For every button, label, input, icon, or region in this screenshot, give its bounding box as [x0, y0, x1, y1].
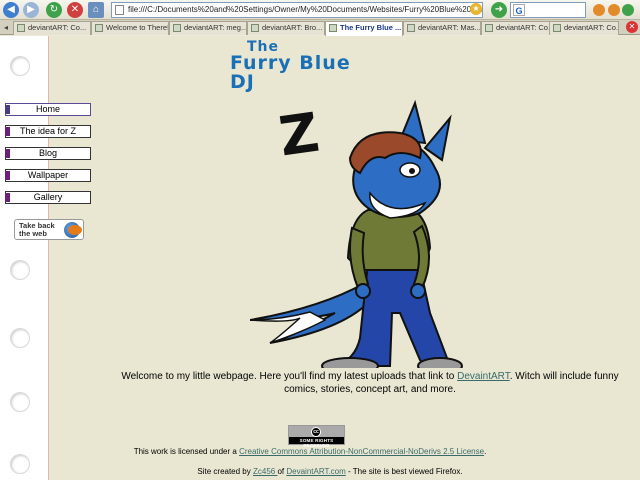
tab-favicon	[329, 24, 337, 32]
firefox-badge-line2: the web	[19, 229, 47, 238]
reload-icon[interactable]: ↻	[46, 2, 62, 18]
browser-toolbar: ◀ ▶ ↻ ✕ ⌂ file:///C:/Documents%20and%20S…	[0, 0, 640, 20]
menu-item-label: Blog	[38, 148, 57, 158]
menu-item-label: Gallery	[33, 192, 63, 202]
author-link[interactable]: Zc456	[253, 467, 277, 476]
binder-ring-icon	[10, 328, 30, 348]
web-page: The Furry Blue DJ Home The idea for Z Bl…	[0, 36, 640, 480]
tab-label: The Furry Blue ...	[340, 23, 402, 32]
license-text: This work is licensed under a Creative C…	[100, 447, 520, 456]
license-suffix: .	[484, 447, 487, 456]
menu-item-label: Wallpaper	[27, 170, 69, 180]
creative-commons-badge[interactable]: cc SOME RIGHTS RESERVED	[288, 425, 345, 448]
cc-icon: cc	[311, 427, 321, 437]
tab-label: deviantART: meg...	[184, 23, 247, 32]
tab-2[interactable]: deviantART: meg...	[169, 21, 247, 35]
tab-5[interactable]: deviantART: Mas...	[403, 21, 481, 35]
firefox-badge[interactable]: Take back the web	[14, 219, 84, 240]
tab-favicon	[17, 24, 25, 32]
menu-item-idea-for-z[interactable]: The idea for Z	[5, 125, 91, 138]
ear-right-shape	[423, 114, 452, 162]
tab-strip: ◂ deviantART: Co... Welcome to There! de…	[0, 20, 640, 36]
credit-prefix: Site created by	[197, 467, 253, 476]
furry-blue-dj-illustration: Z	[250, 99, 463, 368]
tab-label: deviantART: Co...	[564, 23, 619, 32]
url-text: file:///C:/Documents%20and%20Settings/Ow…	[128, 5, 483, 14]
credit-suffix: - The site is best viewed Firefox.	[345, 467, 463, 476]
tool-icon-1[interactable]	[593, 4, 605, 16]
firefox-icon	[68, 225, 82, 235]
site-credit: Site created by Zc456 of DevaintART.com …	[100, 467, 560, 476]
pupil-shape	[409, 168, 415, 174]
welcome-text: Welcome to my little webpage. Here you'l…	[110, 370, 630, 396]
shoe-right-shape	[417, 357, 463, 368]
forward-icon[interactable]: ▶	[23, 2, 39, 18]
tab-0[interactable]: deviantART: Co...	[13, 21, 91, 35]
binder-ring-icon	[10, 56, 30, 76]
site-title: The Furry Blue DJ	[230, 40, 380, 92]
url-bar[interactable]: file:///C:/Documents%20and%20Settings/Ow…	[111, 2, 483, 18]
go-icon[interactable]: ➜	[491, 2, 507, 18]
menu-bullet-icon	[5, 105, 10, 114]
menu-item-wallpaper[interactable]: Wallpaper	[5, 169, 91, 182]
stop-icon[interactable]: ✕	[67, 2, 83, 18]
tab-label: Welcome to There!	[106, 23, 169, 32]
menu-item-gallery[interactable]: Gallery	[5, 191, 91, 204]
welcome-text-before: Welcome to my little webpage. Here you'l…	[121, 371, 458, 382]
home-icon[interactable]: ⌂	[88, 2, 104, 18]
google-icon: G	[513, 4, 525, 16]
back-icon[interactable]: ◀	[3, 2, 19, 18]
tab-label: deviantART: Bro...	[262, 23, 323, 32]
binder-ring-icon	[10, 260, 30, 280]
page-icon	[115, 5, 124, 15]
license-link[interactable]: Creative Commons Attribution-NonCommerci…	[239, 447, 484, 456]
menu-bullet-icon	[5, 127, 10, 136]
z-letter: Z	[275, 101, 323, 169]
menu-bullet-icon	[5, 171, 10, 180]
tab-favicon	[251, 24, 259, 32]
tab-favicon	[485, 24, 493, 32]
hand-right-shape	[410, 283, 426, 299]
menu-item-label: Home	[35, 104, 60, 114]
star-icon[interactable]: ★	[470, 3, 482, 15]
menu-item-blog[interactable]: Blog	[5, 147, 91, 160]
binder-ring-icon	[10, 392, 30, 412]
shoe-left-shape	[321, 357, 379, 368]
tab-4[interactable]: The Furry Blue ...	[325, 21, 403, 36]
tab-1[interactable]: Welcome to There!	[91, 21, 169, 35]
devaintart-site-link[interactable]: DevaintART.com	[286, 467, 345, 476]
devaintart-link[interactable]: DevaintART	[457, 371, 510, 382]
tab-favicon	[553, 24, 561, 32]
site-title-big: Furry Blue DJ	[230, 52, 351, 93]
menu-item-label: The idea for Z	[19, 126, 77, 136]
tab-favicon	[173, 24, 181, 32]
tool-icon-2[interactable]	[608, 4, 620, 16]
close-tab-icon[interactable]: ✕	[626, 21, 638, 33]
tab-label: deviantART: Co...	[28, 23, 87, 32]
license-prefix: This work is licensed under a	[133, 447, 240, 456]
nav-menu: Home The idea for Z Blog Wallpaper Galle…	[5, 103, 91, 213]
tab-favicon	[407, 24, 415, 32]
tab-3[interactable]: deviantART: Bro...	[247, 21, 325, 35]
tab-favicon	[95, 24, 103, 32]
menu-item-home[interactable]: Home	[5, 103, 91, 116]
tab-7[interactable]: deviantART: Co...	[549, 21, 619, 35]
search-input[interactable]: G	[510, 2, 586, 18]
hand-left-shape	[355, 283, 371, 299]
tab-label: deviantART: Co...	[496, 23, 555, 32]
tab-label: deviantART: Mas...	[418, 23, 481, 32]
tab-6[interactable]: deviantART: Co...	[481, 21, 559, 35]
tab-scroll-left-icon[interactable]: ◂	[1, 22, 11, 33]
menu-bullet-icon	[5, 193, 10, 202]
tool-icon-3[interactable]	[622, 4, 634, 16]
binder-ring-icon	[10, 454, 30, 474]
menu-bullet-icon	[5, 149, 10, 158]
